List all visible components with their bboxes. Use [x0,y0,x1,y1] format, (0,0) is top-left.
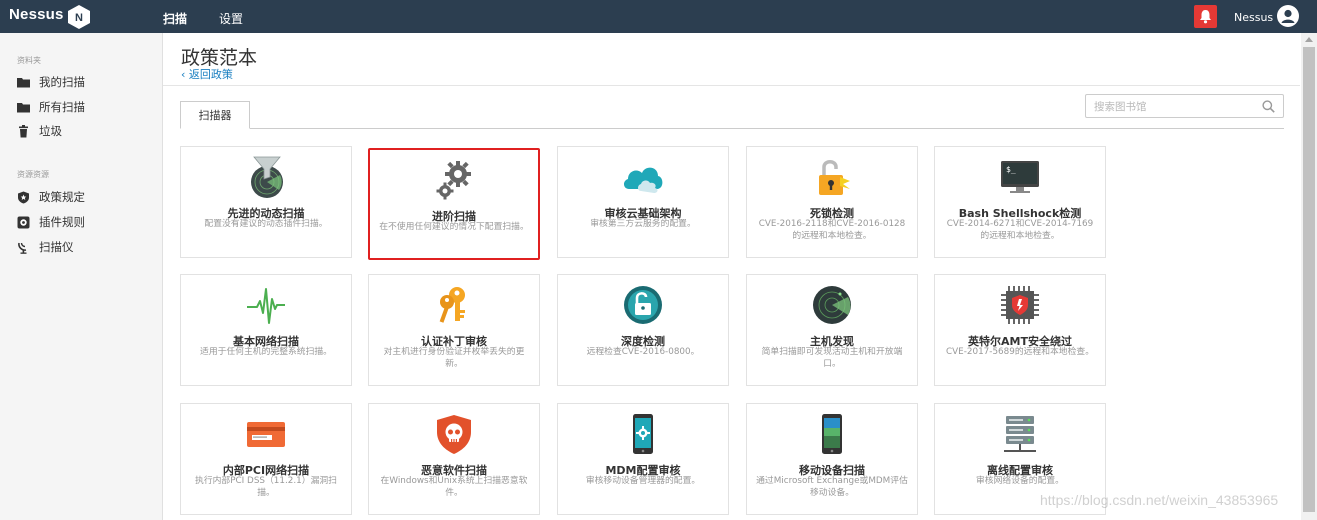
sidebar-item-plugin-rules[interactable]: 插件规则 [17,213,85,231]
credit-card-icon [247,422,285,447]
server-icon [1004,416,1036,452]
folders-heading: 资料夹 [17,56,41,65]
card-description: 对主机进行身份验证并枚举丢失的更新。 [383,347,525,369]
search-icon[interactable] [1262,100,1275,113]
card-description: CVE-2016-2118和CVE-2016-0128的远程和本地检查。 [758,219,906,241]
sidebar-item-all-scans[interactable]: 所有扫描 [17,98,85,116]
trash-icon [19,124,28,137]
sidebar: 资料夹 我的扫描 所有扫描 垃圾 资源资源 政策规定 插件规则 扫描仪 [0,33,163,520]
card-description: CVE-2017-5689的远程和本地检查。 [945,347,1094,357]
resources-heading: 资源资源 [17,170,49,179]
template-card-basic-network-scan[interactable]: 基本网络扫描 适用于任何主机的完整系统扫描。 [180,274,352,386]
chevron-left-icon: ‹ [181,68,189,81]
plugin-rules-icon [17,216,30,228]
svg-text:$_: $_ [1006,165,1016,174]
terminal-icon: $_ [1001,161,1039,193]
sidebar-item-my-scans[interactable]: 我的扫描 [17,73,85,91]
sidebar-item-trash[interactable]: 垃圾 [17,122,62,140]
shield-icon [18,191,29,203]
scroll-up-arrow-icon[interactable] [1305,37,1313,42]
watermark-text: https://blog.csdn.net/weixin_43853965 [1040,492,1279,508]
sidebar-item-label: 垃圾 [39,124,62,138]
nessus-logo-badge-icon: N [68,5,90,29]
user-name[interactable]: Nessus [1234,11,1273,24]
chip-icon [1001,286,1039,324]
tab-bar-line [180,128,1284,129]
bell-icon [1200,10,1211,24]
template-card-intel-amt-bypass[interactable]: 英特尔AMT安全绕过 CVE-2017-5689的远程和本地检查。 [934,274,1106,386]
skull-shield-icon [437,415,471,454]
card-description: 适用于任何主机的完整系统扫描。 [200,347,332,357]
sidebar-item-policies[interactable]: 政策规定 [17,188,85,206]
notifications-button[interactable] [1194,5,1217,28]
template-card-mdm-config-audit[interactable]: MDM配置审核 审核移动设备管理器的配置。 [557,403,729,515]
card-description: CVE-2014-6271和CVE-2014-7169的远程和本地检查。 [946,219,1094,241]
card-description: 远程检查CVE-2016-0800。 [586,347,700,357]
folder-icon [17,77,30,87]
card-description: 执行内部PCI DSS（11.2.1）漏洞扫描。 [195,476,337,498]
radar-funnel-icon [251,156,283,198]
scrollbar-thumb[interactable] [1303,47,1315,512]
template-card-drown-detection[interactable]: 深度检测 远程检查CVE-2016-0800。 [557,274,729,386]
card-description: 在Windows和Unix系统上扫描恶意软件。 [380,476,528,498]
folder-icon [17,102,30,112]
mobile-icon [822,414,842,454]
card-description: 简单扫描即可发现活动主机和开放端口。 [761,347,903,369]
template-card-bash-shellshock[interactable]: $_ Bash Shellshock检测 CVE-2014-6271和CVE-2… [934,146,1106,258]
nav-scans[interactable]: 扫描 [163,10,187,27]
template-card-mobile-device-scan[interactable]: 移动设备扫描 通过Microsoft Exchange或MDM评估移动设备。 [746,403,918,515]
header-divider [163,85,1300,86]
template-card-credentialed-patch-audit[interactable]: 认证补丁审核 对主机进行身份验证并枚举丢失的更新。 [368,274,540,386]
nessus-logo[interactable]: Nessus [9,6,64,23]
back-link-label: 返回政策 [188,68,233,81]
template-card-malware-scan[interactable]: 恶意软件扫描 在Windows和Unix系统上扫描恶意软件。 [368,403,540,515]
nav-settings[interactable]: 设置 [219,10,243,27]
tab-scanners[interactable]: 扫描器 [180,101,250,129]
user-avatar-icon[interactable] [1277,5,1299,27]
padlock-icon [819,160,850,195]
card-description: 审核网络设备的配置。 [976,476,1064,486]
mobile-gear-icon [633,414,653,454]
scanner-icon [18,242,27,254]
card-description: 通过Microsoft Exchange或MDM评估移动设备。 [756,476,908,498]
template-card-advanced-dynamic-scan[interactable]: 先进的动态扫描 配置没有建议的动态插件扫描。 [180,146,352,258]
template-card-badlock-detection[interactable]: 死锁检测 CVE-2016-2118和CVE-2016-0128的远程和本地检查… [746,146,918,258]
card-description: 审核移动设备管理器的配置。 [585,476,701,486]
vertical-scrollbar[interactable] [1301,33,1317,520]
svg-text:N: N [75,12,83,24]
card-description: 审核第三方云服务的配置。 [590,219,696,229]
sidebar-item-label: 插件规则 [39,215,85,229]
card-description: 配置没有建议的动态插件扫描。 [204,219,328,229]
template-card-internal-pci-scan[interactable]: 内部PCI网络扫描 执行内部PCI DSS（11.2.1）漏洞扫描。 [180,403,352,515]
template-card-audit-cloud-infrastructure[interactable]: 审核云基础架构 审核第三方云服务的配置。 [557,146,729,258]
pulse-icon [247,288,285,324]
gears-icon [436,161,471,200]
search-box[interactable] [1085,94,1284,118]
sidebar-item-label: 政策规定 [39,190,85,204]
cloud-icon [623,167,663,193]
sidebar-item-label: 所有扫描 [39,100,85,114]
unlock-circle-icon [624,286,662,324]
sidebar-item-scanners[interactable]: 扫描仪 [17,238,74,256]
radar-icon [813,286,851,324]
card-description: 在不使用任何建议的情况下配置扫描。 [379,222,529,232]
back-to-policies-link[interactable]: ‹ 返回政策 [181,66,233,82]
top-navigation-bar: Nessus N 扫描 设置 Nessus [0,0,1317,33]
search-input[interactable] [1086,96,1256,118]
sidebar-item-label: 扫描仪 [39,240,74,254]
template-card-advanced-scan[interactable]: 进阶扫描 在不使用任何建议的情况下配置扫描。 [368,148,540,260]
template-card-host-discovery[interactable]: 主机发现 简单扫描即可发现活动主机和开放端口。 [746,274,918,386]
keys-icon [439,287,465,323]
sidebar-item-label: 我的扫描 [39,75,85,89]
